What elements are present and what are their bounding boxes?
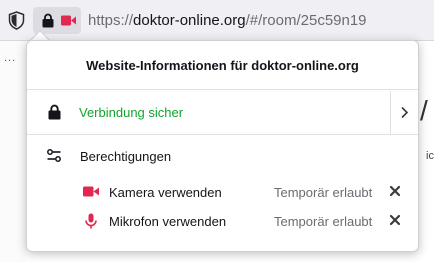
close-icon[interactable] xyxy=(389,185,401,197)
permission-row-camera: Kamera verwenden Temporär erlaubt xyxy=(27,181,418,203)
url-domain: doktor-online.org xyxy=(133,12,246,29)
url-prefix: https:// xyxy=(88,12,134,29)
page-overflow-dots: ... xyxy=(4,52,17,64)
url-text[interactable]: https://doktor-online.org/#/room/25c59n1… xyxy=(88,12,367,29)
permissions-heading: Berechtigungen xyxy=(80,149,172,164)
chevron-right-icon xyxy=(401,106,409,119)
permission-label: Mikrofon verwenden xyxy=(109,214,227,229)
permissions-section-header: Berechtigungen xyxy=(27,145,418,167)
panel-title: Website-Informationen für doktor-online.… xyxy=(27,41,418,90)
page-background-left xyxy=(0,41,26,262)
tracking-protection-shield-icon[interactable] xyxy=(8,11,25,30)
connection-details-button[interactable] xyxy=(390,91,418,134)
permission-state: Temporär erlaubt xyxy=(274,185,373,200)
permission-label: Kamera verwenden xyxy=(109,185,222,200)
site-information-panel: Website-Informationen für doktor-online.… xyxy=(26,40,419,252)
permissions-icon xyxy=(47,149,61,162)
close-icon[interactable] xyxy=(389,214,401,226)
url-bar: https://doktor-online.org/#/room/25c59n1… xyxy=(0,0,434,41)
camera-icon xyxy=(83,186,99,197)
connection-security-row[interactable]: Verbindung sicher xyxy=(27,91,418,135)
lock-icon xyxy=(42,13,54,28)
page-background-glyph: / xyxy=(420,95,428,126)
microphone-icon xyxy=(85,213,97,229)
connection-status-label: Verbindung sicher xyxy=(79,105,184,120)
permission-row-microphone: Mikrofon verwenden Temporär erlaubt xyxy=(27,210,418,232)
url-path: /#/room/25c59n19 xyxy=(245,12,367,29)
page-background-text: ic xyxy=(426,150,434,162)
permission-state: Temporär erlaubt xyxy=(274,214,373,229)
lock-icon xyxy=(48,104,61,120)
camera-icon xyxy=(61,15,76,26)
